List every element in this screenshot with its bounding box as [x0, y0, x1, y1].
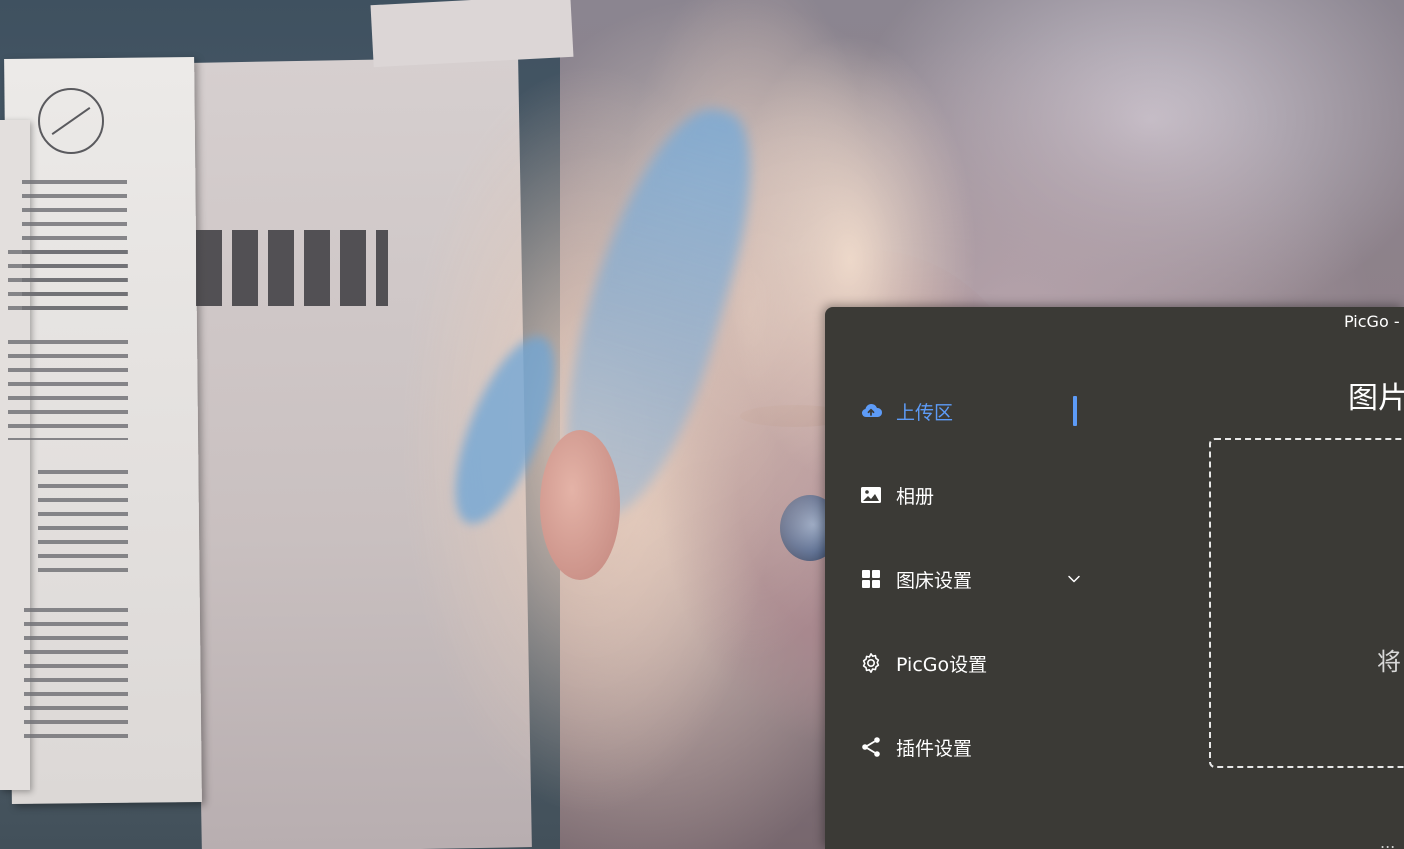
sidebar-item-label: 上传区: [896, 401, 954, 424]
cloud-upload-icon: [859, 399, 883, 423]
wallpaper-poster-logo: [38, 88, 104, 154]
sidebar-item-label: 插件设置: [896, 737, 973, 760]
sidebar-item-image-host-settings[interactable]: 图床设置: [859, 559, 1089, 599]
wallpaper-poster-lines: [38, 470, 128, 580]
wallpaper-poster-lines: [24, 608, 128, 748]
sidebar-item-label: 相册: [896, 485, 935, 508]
page-title: 图片: [1348, 381, 1404, 416]
sidebar-item-picgo-settings[interactable]: PicGo设置: [859, 643, 1089, 683]
grid-icon: [859, 567, 883, 591]
sidebar: 上传区 相册 图床设置 PicGo设置 插件设置: [825, 337, 1085, 849]
window-title: PicGo -: [1344, 312, 1400, 331]
footer-hint: ...: [1380, 833, 1396, 849]
upload-drop-zone[interactable]: [1209, 438, 1404, 768]
chevron-down-icon[interactable]: [1067, 571, 1081, 585]
wallpaper-poster-lines: [8, 250, 128, 320]
share-icon: [859, 735, 883, 759]
upload-panel: 图片 将 ...: [1085, 337, 1404, 849]
sidebar-item-upload[interactable]: 上传区: [859, 391, 1089, 431]
picgo-window: PicGo - 上传区 相册 图床设置 PicGo设置 插件设置 图片 将 ..…: [825, 307, 1404, 849]
sidebar-item-gallery[interactable]: 相册: [859, 475, 1089, 515]
sidebar-item-plugin-settings[interactable]: 插件设置: [859, 727, 1089, 767]
drop-zone-hint: 将: [1377, 648, 1401, 676]
title-bar[interactable]: PicGo -: [825, 307, 1404, 337]
sidebar-item-label: PicGo设置: [896, 653, 988, 676]
gear-icon: [859, 651, 883, 675]
wallpaper-ear: [540, 430, 620, 580]
wallpaper-poster-lines: [8, 340, 128, 440]
sidebar-item-label: 图床设置: [896, 569, 973, 592]
image-icon: [859, 483, 883, 507]
